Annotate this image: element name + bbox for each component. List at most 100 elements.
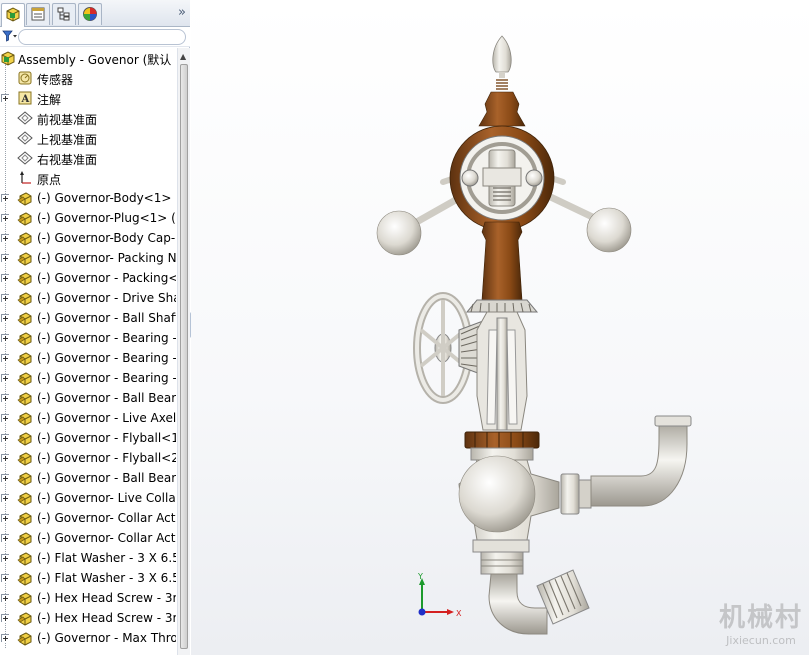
tree-item[interactable]: (-) Governor-Body<1> [0, 188, 176, 208]
tree-item[interactable]: (-) Governor - Ball Shaft [0, 308, 176, 328]
part-icon [17, 630, 33, 646]
part-icon [17, 410, 33, 426]
part-icon [17, 470, 33, 486]
expand-icon[interactable] [1, 414, 9, 422]
tree-item-label: (-) Governor - Bearing - [37, 351, 176, 365]
tree-item[interactable]: (-) Governor - Max Thro [0, 628, 176, 648]
tree-item[interactable]: (-) Governor- Collar Act [0, 508, 176, 528]
tree-item[interactable]: (-) Flat Washer - 3 X 6.5 [0, 548, 176, 568]
tree-item[interactable]: 右视基准面 [0, 148, 176, 168]
scroll-thumb[interactable] [180, 64, 188, 649]
graphics-viewport[interactable]: Y X 机械村 Jixiecun.com [191, 0, 809, 655]
part-icon [17, 530, 33, 546]
flyball-right [586, 207, 632, 253]
tree-item[interactable]: 原点 [0, 168, 176, 188]
expand-icon[interactable] [1, 334, 9, 342]
expand-icon[interactable] [1, 294, 9, 302]
expand-icon[interactable] [1, 594, 9, 602]
configurationmanager-tab[interactable] [52, 3, 76, 25]
expand-icon[interactable] [1, 434, 9, 442]
tree-item-label: (-) Hex Head Screw - 3r [37, 611, 176, 625]
tree-item-label: (-) Governor-Body Cap- [37, 231, 176, 245]
tree-item[interactable]: (-) Governor - Ball Bear [0, 468, 176, 488]
tree-item-label: (-) Flat Washer - 3 X 6.5 [37, 571, 176, 585]
expand-icon[interactable] [1, 574, 9, 582]
annotation-icon: A [18, 91, 32, 105]
tree-item[interactable]: (-) Hex Head Screw - 3r [0, 608, 176, 628]
tree-item[interactable]: (-) Governor - Drive Sha [0, 288, 176, 308]
plane-icon [17, 130, 33, 146]
part-icon [17, 192, 32, 206]
part-icon [17, 272, 32, 286]
tree-item[interactable]: (-) Hex Head Screw - 3r [0, 588, 176, 608]
tree-item-label: 上视基准面 [37, 133, 98, 147]
part-icon [17, 512, 32, 526]
tree-item-label: (-) Governor-Body<1> [37, 191, 172, 205]
expand-icon[interactable] [1, 254, 9, 262]
part-icon [17, 270, 33, 286]
plane-icon [17, 110, 33, 126]
outlet-pipe [560, 415, 692, 515]
tree-item[interactable]: (-) Governor-Plug<1> ( [0, 208, 176, 228]
part-icon [17, 290, 33, 306]
tree-item[interactable]: (-) Governor - Bearing - [0, 328, 176, 348]
part-icon [17, 492, 32, 506]
scroll-up-arrow-icon[interactable]: ▲ [180, 52, 186, 61]
propertymanager-tab[interactable] [26, 3, 50, 25]
tree-item[interactable]: (-) Governor- Collar Act [0, 528, 176, 548]
part-icon [17, 570, 33, 586]
tree-item-label: (-) Governor - Ball Shaft [37, 311, 176, 325]
tree-item[interactable]: (-) Governor - Bearing - [0, 368, 176, 388]
filter-input[interactable] [18, 29, 186, 45]
tree-item[interactable]: (-) Governor- Live Colla [0, 488, 176, 508]
tree-item[interactable]: 上视基准面 [0, 128, 176, 148]
expand-icon[interactable] [1, 374, 9, 382]
expand-icon[interactable] [1, 394, 9, 402]
tree-item[interactable]: (-) Governor - Live Axel [0, 408, 176, 428]
expand-icon[interactable] [1, 514, 9, 522]
tree-root-assembly[interactable]: Assembly - Govenor (默认 [0, 48, 176, 68]
tree-item-label: 右视基准面 [37, 153, 98, 167]
tree-item[interactable]: (-) Governor-Body Cap- [0, 228, 176, 248]
part-icon [17, 590, 33, 606]
tree-item[interactable]: 前视基准面 [0, 108, 176, 128]
expand-icon[interactable] [1, 214, 9, 222]
expand-icon[interactable] [1, 354, 9, 362]
part-icon [17, 450, 33, 466]
expand-icon[interactable] [1, 94, 9, 102]
expand-icon[interactable] [1, 274, 9, 282]
expand-icon[interactable] [1, 494, 9, 502]
watermark-en: Jixiecun.com [726, 634, 796, 647]
tree-item-label: (-) Governor- Packing N [37, 251, 176, 265]
tree-item-label: 传感器 [37, 73, 74, 87]
tree-item[interactable]: (-) Flat Washer - 3 X 6.5 [0, 568, 176, 588]
tree-item-label: (-) Hex Head Screw - 3r [37, 591, 176, 605]
tree-item[interactable]: (-) Governor - Flyball<2 [0, 448, 176, 468]
tree-item[interactable]: (-) Governor - Flyball<1 [0, 428, 176, 448]
expand-icon[interactable] [1, 194, 9, 202]
collapse-panel-icon[interactable]: » [178, 5, 186, 20]
filter-icon[interactable] [2, 29, 18, 43]
tree-item[interactable]: (-) Governor - Packing< [0, 268, 176, 288]
tree-scrollbar[interactable]: ▲ [177, 48, 190, 655]
tree-item-label: (-) Governor - Bearing - [37, 371, 176, 385]
expand-icon[interactable] [1, 554, 9, 562]
flyball-left [376, 210, 422, 256]
tree-item[interactable]: 传感器 [0, 68, 176, 88]
expand-icon[interactable] [1, 314, 9, 322]
tree-item[interactable]: (-) Governor - Ball Bear [0, 388, 176, 408]
part-icon [17, 550, 33, 566]
appearance-tab[interactable] [78, 3, 102, 25]
expand-icon[interactable] [1, 534, 9, 542]
expand-icon[interactable] [1, 634, 9, 642]
tree-item[interactable]: (-) Governor- Packing N [0, 248, 176, 268]
part-icon [17, 210, 33, 226]
expand-icon[interactable] [1, 474, 9, 482]
expand-icon[interactable] [1, 454, 9, 462]
expand-icon[interactable] [1, 614, 9, 622]
featuremanager-tab[interactable] [1, 3, 25, 27]
part-icon [17, 612, 32, 626]
expand-icon[interactable] [1, 234, 9, 242]
tree-item[interactable]: (-) Governor - Bearing - [0, 348, 176, 368]
tree-item[interactable]: A 注解 [0, 88, 176, 108]
